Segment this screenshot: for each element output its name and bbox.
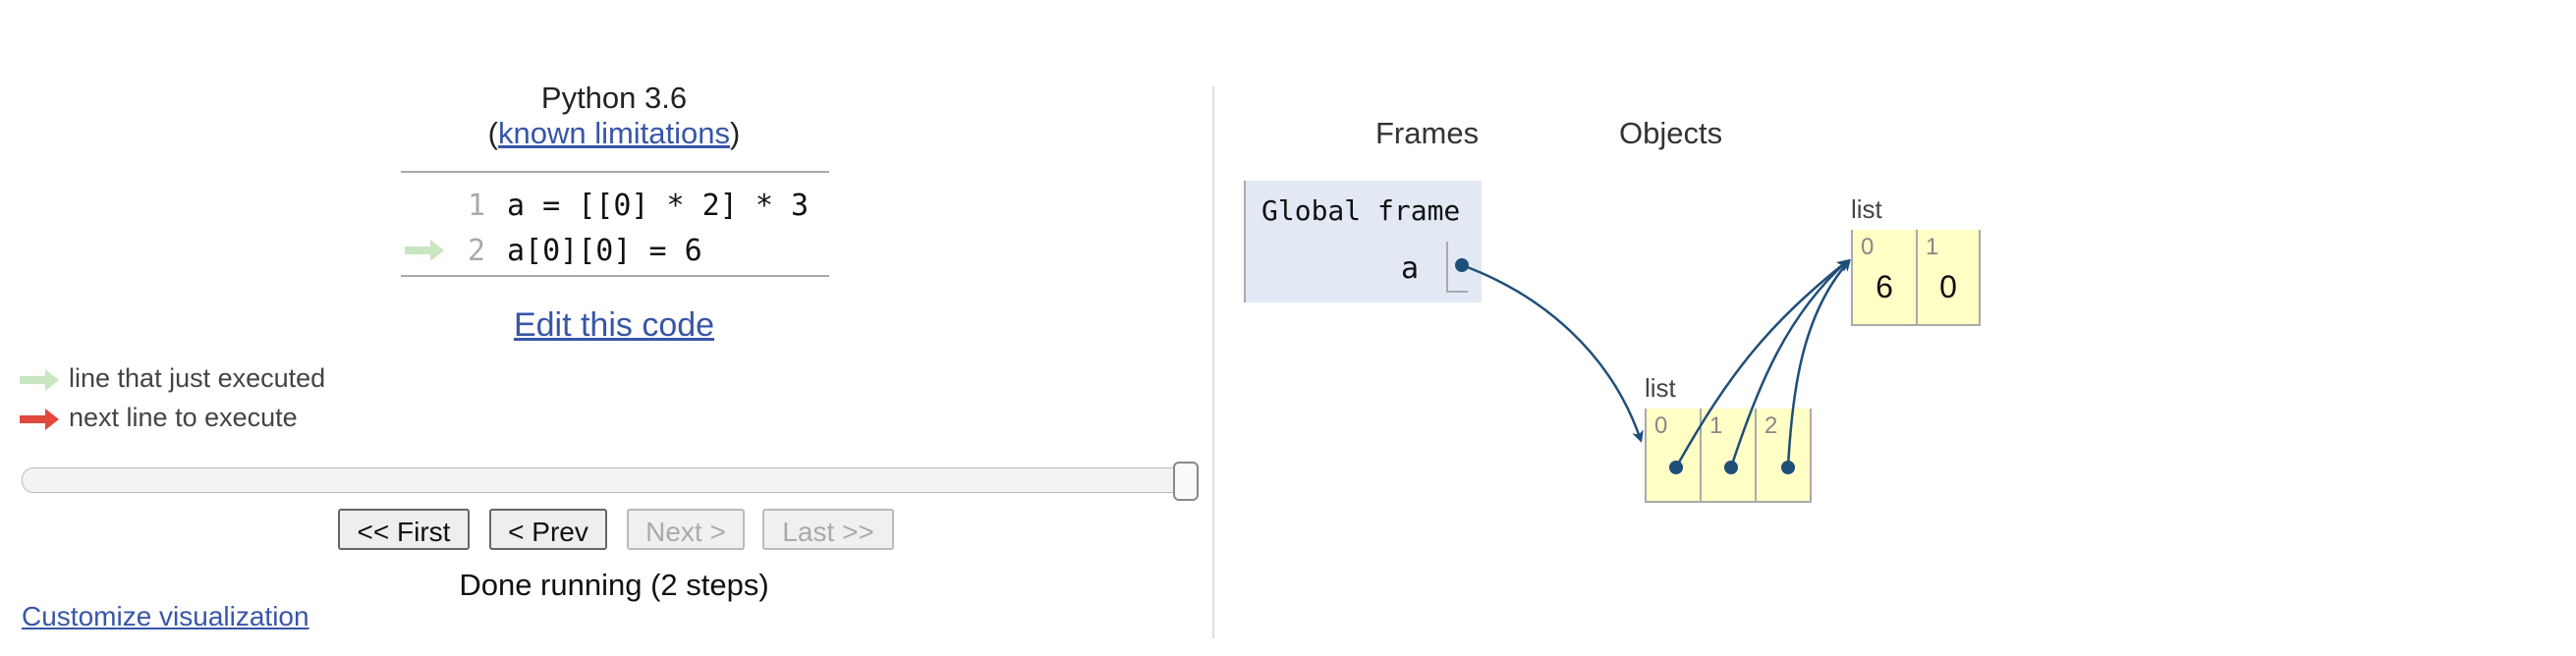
prev-button[interactable]: < Prev [489, 509, 607, 550]
line-number: 2 [467, 234, 485, 268]
executed-arrow-icon [405, 240, 444, 261]
global-frame: Global frame a [1244, 181, 1482, 302]
limitations-line: (known limitations) [0, 116, 1228, 151]
objects-heading: Objects [1619, 116, 1723, 150]
outer-list-cell-0: 0 [1645, 409, 1702, 503]
cell-index: 0 [1654, 412, 1668, 439]
frame-variable-a: a [1401, 251, 1420, 286]
frame-value-slot [1446, 242, 1468, 293]
cell-value: 0 [1939, 269, 1957, 304]
code-bottom-rule [401, 275, 829, 277]
next-button[interactable]: Next > [627, 509, 745, 550]
next-arrow-icon [20, 409, 59, 430]
frame-title: Global frame [1261, 194, 1461, 227]
cell-index: 2 [1764, 412, 1778, 439]
line-number: 1 [467, 189, 485, 223]
close-paren: ) [730, 116, 741, 150]
code-line-2: 2 a[0][0] = 6 [401, 230, 829, 269]
inner-list-label: list [1851, 194, 1882, 224]
code-line-1: 1 a = [[0] * 2] * 3 [401, 185, 829, 224]
edit-code-link[interactable]: Edit this code [0, 306, 1228, 345]
step-slider-handle[interactable] [1173, 462, 1199, 501]
inner-list-cell-1: 1 0 [1918, 230, 1981, 326]
last-button[interactable]: Last >> [762, 509, 894, 550]
step-slider-track[interactable] [22, 467, 1197, 493]
panel-divider [1212, 86, 1214, 638]
legend-executed: line that just executed [20, 361, 413, 397]
customize-visualization-link[interactable]: Customize visualization [22, 601, 309, 632]
cell-index: 0 [1861, 234, 1875, 260]
status-text: Done running (2 steps) [459, 568, 769, 602]
outer-list-cell-2: 2 [1757, 409, 1812, 503]
code-text: a[0][0] = 6 [507, 234, 702, 268]
legend-executed-text: line that just executed [69, 363, 326, 393]
inner-list-cell-0: 0 6 [1851, 230, 1918, 326]
legend-next-text: next line to execute [69, 403, 298, 432]
outer-list-cell-1: 1 [1702, 409, 1757, 503]
cell-value: 6 [1876, 269, 1893, 304]
cell-index: 1 [1709, 412, 1723, 439]
pointer-a-to-outer-list [1455, 258, 1644, 443]
frames-heading: Frames [1375, 116, 1480, 150]
cell-index: 1 [1926, 234, 1939, 260]
open-paren: ( [487, 116, 498, 150]
code-panel: Python 3.6 (known limitations) 1 a = [[0… [0, 0, 1213, 656]
outer-list-label: list [1645, 373, 1676, 403]
code-text: a = [[0] * 2] * 3 [507, 189, 810, 223]
language-title: Python 3.6 [540, 81, 688, 115]
executed-arrow-icon [20, 369, 59, 391]
code-top-rule [401, 171, 829, 173]
legend-next: next line to execute [20, 401, 413, 436]
first-button[interactable]: << First [338, 509, 470, 550]
known-limitations-link[interactable]: known limitations [498, 116, 730, 150]
